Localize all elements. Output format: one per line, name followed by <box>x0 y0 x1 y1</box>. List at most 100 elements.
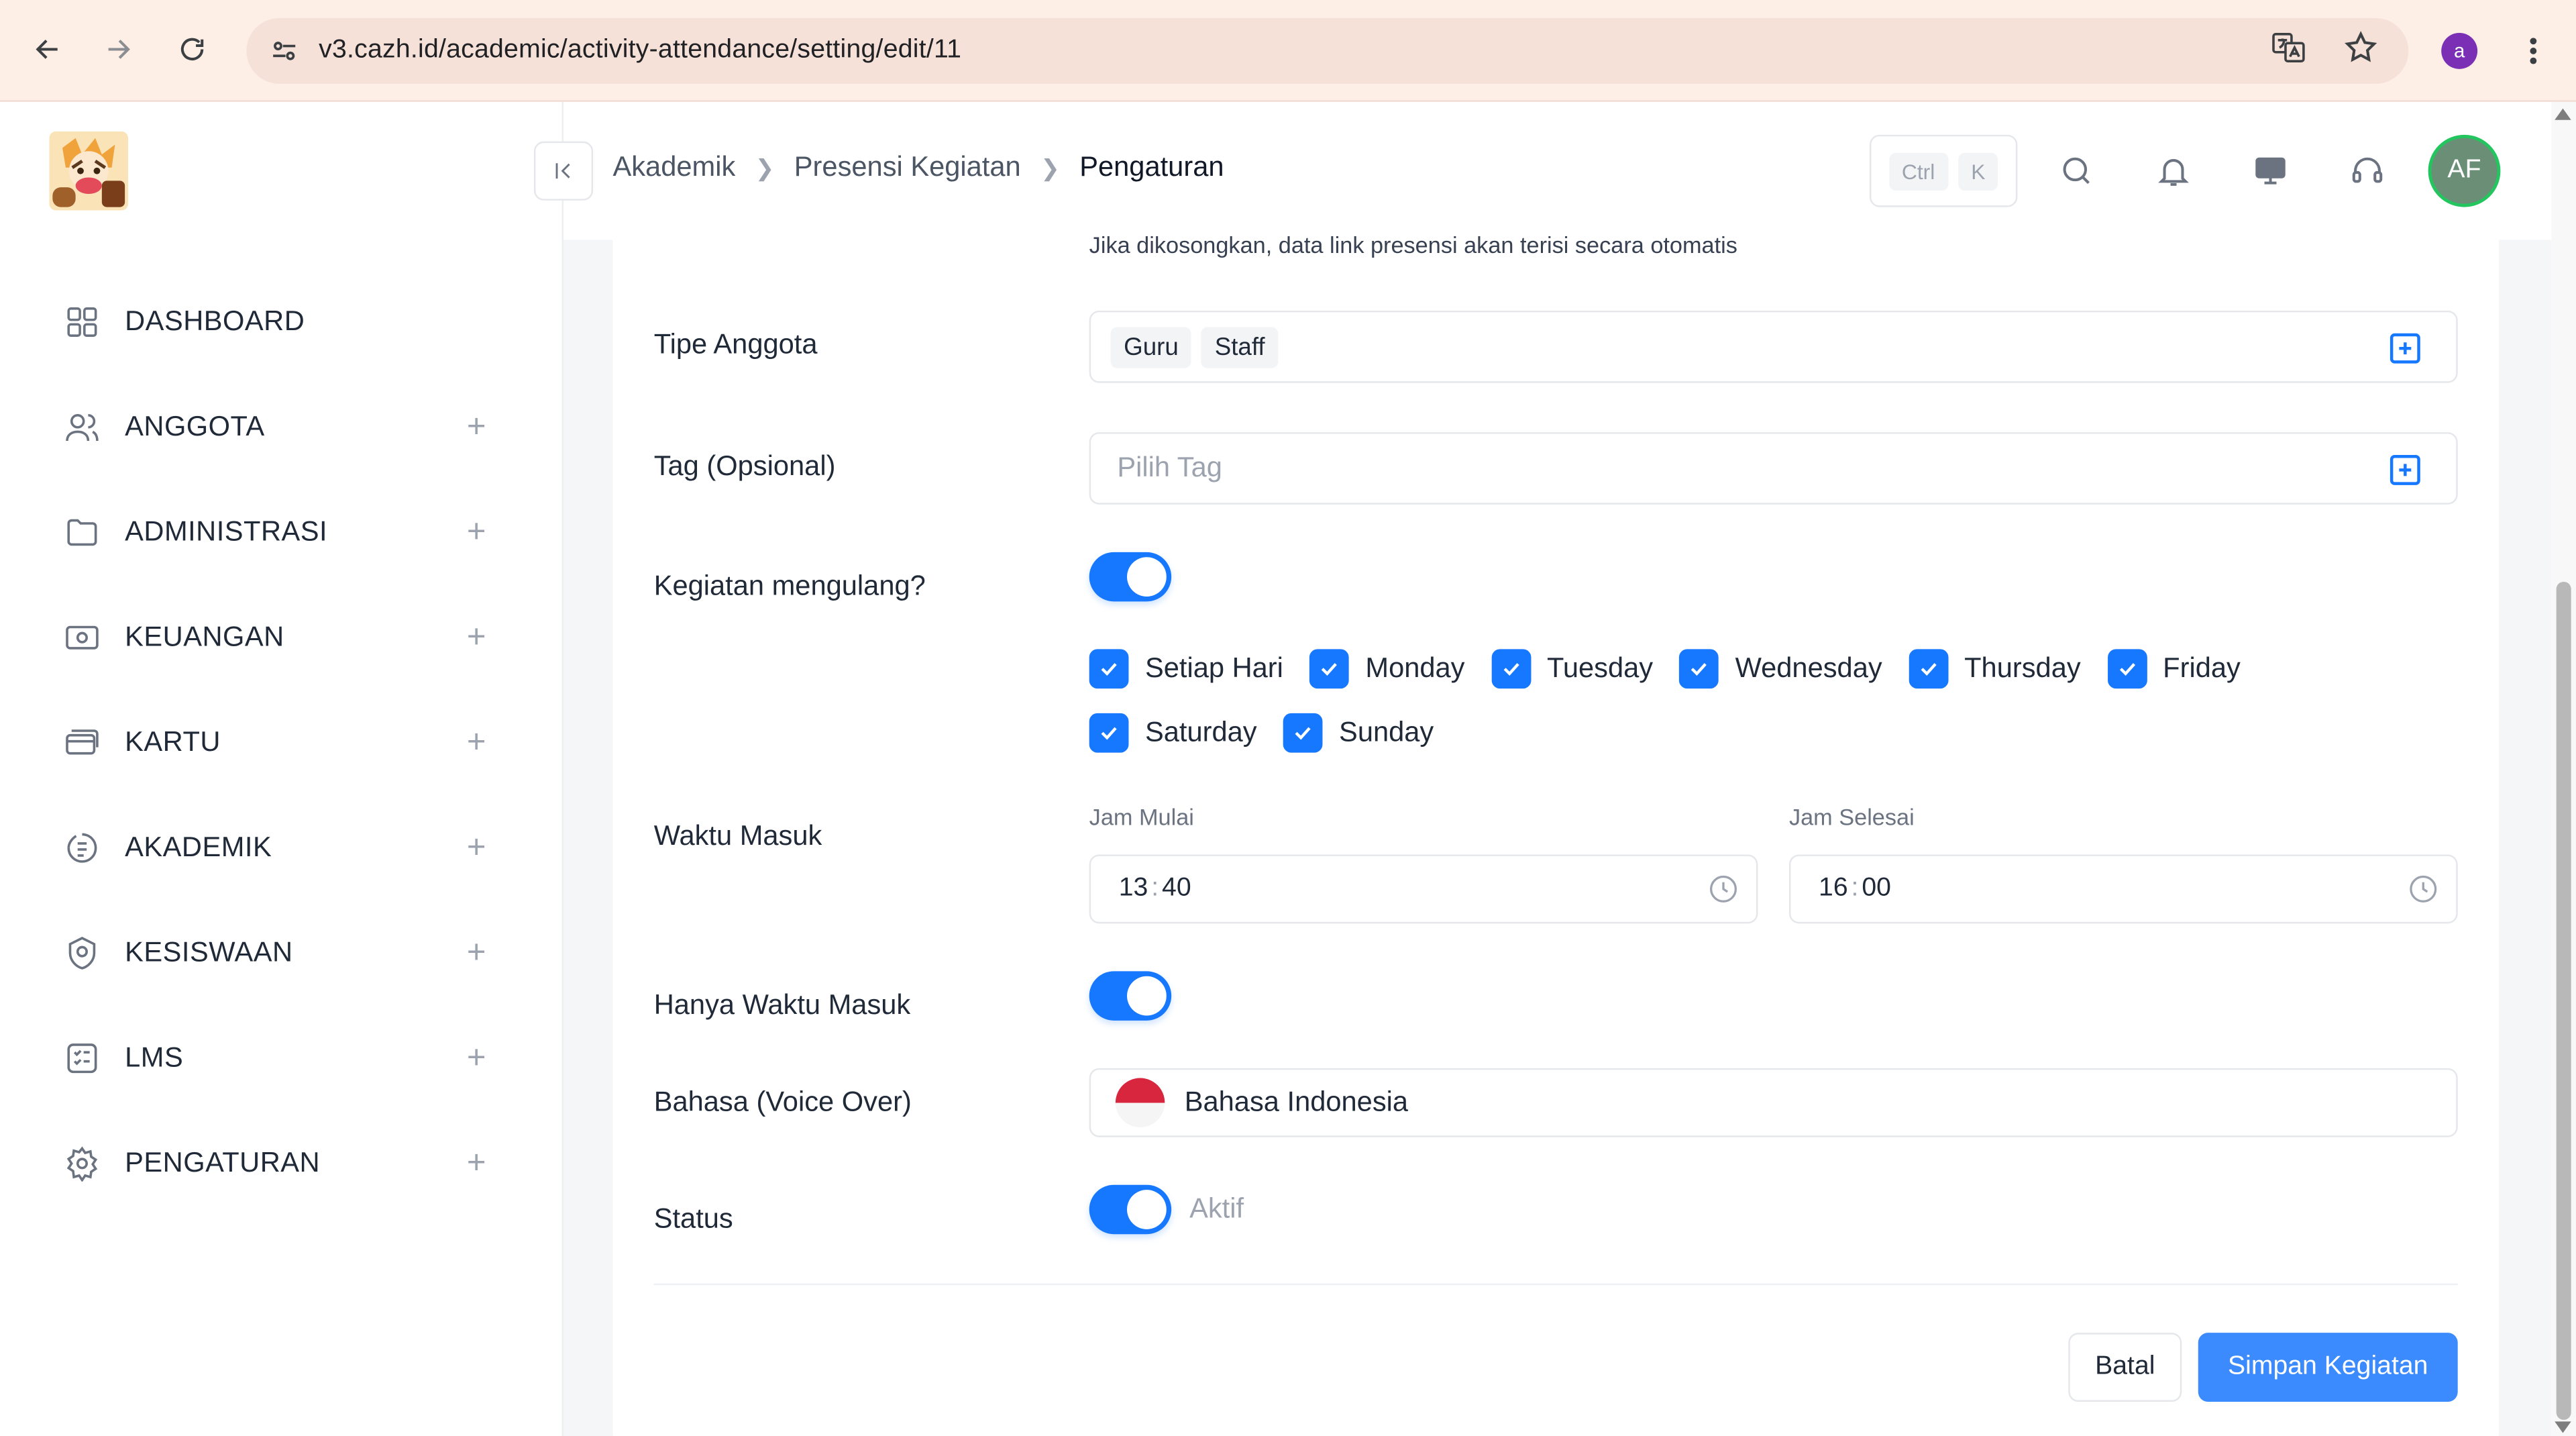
tag-placeholder: Pilih Tag <box>1117 452 1222 484</box>
app-header: Akademik ❯ Presensi Kegiatan ❯ Pengatura… <box>533 101 2552 240</box>
page-scrollbar[interactable] <box>2551 101 2576 1436</box>
time-value: 13:40 <box>1119 874 1191 904</box>
chevron-right-icon: ❯ <box>1040 153 1060 181</box>
expand-plus-icon[interactable]: + <box>460 829 493 867</box>
checkbox-label: Saturday <box>1144 716 1257 748</box>
expand-plus-icon[interactable]: + <box>460 934 493 972</box>
check-icon <box>1491 649 1531 689</box>
scroll-up-icon[interactable] <box>2555 108 2571 120</box>
search-icon[interactable] <box>2057 151 2096 191</box>
sidebar-item-dashboard[interactable]: DASHBOARD <box>62 289 493 355</box>
scroll-down-icon[interactable] <box>2555 1421 2571 1433</box>
site-settings-icon[interactable] <box>266 33 303 69</box>
expand-plus-icon[interactable]: + <box>460 619 493 656</box>
form-divider <box>653 1283 2458 1286</box>
jam-mulai-input[interactable]: 13:40 <box>1089 854 1758 924</box>
check-icon <box>1309 649 1349 689</box>
expand-plus-icon[interactable]: + <box>460 1145 493 1182</box>
academic-icon <box>62 828 102 868</box>
checkbox-tuesday[interactable]: Tuesday <box>1491 649 1653 689</box>
card-icon <box>62 723 102 763</box>
sidebar-item-label: PENGATURAN <box>125 1147 321 1178</box>
sidebar-item-kartu[interactable]: KARTU + <box>62 710 493 776</box>
add-square-icon[interactable] <box>2387 452 2423 488</box>
check-icon <box>1089 713 1129 753</box>
money-icon <box>62 618 102 658</box>
checkbox-friday[interactable]: Friday <box>2106 649 2241 689</box>
add-square-icon[interactable] <box>2387 330 2423 366</box>
app-logo[interactable] <box>49 131 129 211</box>
checkbox-wednesday[interactable]: Wednesday <box>1679 649 1882 689</box>
time-value: 16:00 <box>1819 874 1891 904</box>
user-avatar[interactable]: AF <box>2428 134 2501 207</box>
collapse-sidebar-button[interactable] <box>533 141 594 201</box>
sidebar-item-administrasi[interactable]: ADMINISTRASI + <box>62 499 493 565</box>
tag-select[interactable]: Pilih Tag <box>1089 432 2458 505</box>
breadcrumb-akademik[interactable]: Akademik <box>612 151 735 184</box>
check-icon <box>2106 649 2147 689</box>
status-toggle[interactable] <box>1089 1184 1172 1235</box>
checklist-icon <box>62 1039 102 1078</box>
bahasa-value: Bahasa Indonesia <box>1184 1086 1409 1118</box>
clock-icon[interactable] <box>1707 872 1740 905</box>
checkbox-monday[interactable]: Monday <box>1309 649 1465 689</box>
menu-icon[interactable] <box>2517 28 2550 74</box>
sidebar-item-kesiswaan[interactable]: KESISWAAN + <box>62 920 493 986</box>
sidebar-item-keuangan[interactable]: KEUANGAN + <box>62 605 493 670</box>
jam-mulai-label: Jam Mulai <box>1089 803 1194 830</box>
users-icon <box>62 407 102 447</box>
expand-plus-icon[interactable]: + <box>460 409 493 446</box>
check-icon <box>1283 713 1323 753</box>
browser-profile-avatar[interactable]: a <box>2441 32 2478 69</box>
days-row-1: Setiap Hari Monday Tuesday Wednesday Thu… <box>1089 649 2267 689</box>
breadcrumb-presensi-kegiatan[interactable]: Presensi Kegiatan <box>794 151 1021 184</box>
reload-icon[interactable] <box>169 26 215 72</box>
save-activity-button[interactable]: Simpan Kegiatan <box>2198 1333 2458 1402</box>
days-row-2: Saturday Sunday <box>1089 713 1460 753</box>
cancel-button[interactable]: Batal <box>2068 1333 2182 1402</box>
bell-icon[interactable] <box>2154 151 2194 191</box>
headset-icon[interactable] <box>2348 151 2387 191</box>
checkbox-label: Setiap Hari <box>1144 652 1283 684</box>
expand-plus-icon[interactable]: + <box>460 1039 493 1077</box>
checkbox-saturday[interactable]: Saturday <box>1089 713 1257 753</box>
scrollbar-thumb[interactable] <box>2556 581 2571 1420</box>
sidebar: DASHBOARD ANGGOTA + ADMINISTRASI + KEUAN… <box>0 101 564 1436</box>
sidebar-item-label: LMS <box>125 1041 184 1074</box>
jam-selesai-label: Jam Selesai <box>1788 803 1915 830</box>
monitor-icon[interactable] <box>2251 151 2290 191</box>
jam-selesai-input[interactable]: 16:00 <box>1788 854 2458 924</box>
kegiatan-mengulang-toggle[interactable] <box>1089 552 1172 602</box>
tipe-anggota-select[interactable]: Guru Staff <box>1089 310 2458 383</box>
sidebar-item-anggota[interactable]: ANGGOTA + <box>62 395 493 460</box>
expand-plus-icon[interactable]: + <box>460 513 493 551</box>
end-hour: 16 <box>1819 874 1848 903</box>
forward-icon[interactable] <box>95 26 142 72</box>
clock-icon[interactable] <box>2407 872 2440 905</box>
toggle-knob <box>1127 976 1167 1016</box>
checkbox-sunday[interactable]: Sunday <box>1283 713 1434 753</box>
checkbox-label: Thursday <box>1964 652 2081 684</box>
back-icon[interactable] <box>25 26 71 72</box>
tag-label: Tag (Opsional) <box>653 450 836 482</box>
bahasa-select[interactable]: Bahasa Indonesia <box>1089 1068 2458 1137</box>
browser-toolbar: v3.cazh.id/academic/activity-attendance/… <box>0 0 2576 102</box>
breadcrumb: Akademik ❯ Presensi Kegiatan ❯ Pengatura… <box>612 151 1224 184</box>
sidebar-item-pengaturan[interactable]: PENGATURAN + <box>62 1131 493 1196</box>
expand-plus-icon[interactable]: + <box>460 724 493 762</box>
settings-icon <box>62 1144 102 1184</box>
checkbox-label: Sunday <box>1339 716 1434 748</box>
chip-guru[interactable]: Guru <box>1110 326 1192 368</box>
start-hour: 13 <box>1118 874 1148 903</box>
checkbox-thursday[interactable]: Thursday <box>1908 649 2081 689</box>
sidebar-item-lms[interactable]: LMS + <box>62 1025 493 1091</box>
check-icon <box>1679 649 1719 689</box>
star-icon[interactable] <box>2343 29 2379 73</box>
checkbox-setiap-hari[interactable]: Setiap Hari <box>1089 649 1283 689</box>
sidebar-item-akademik[interactable]: AKADEMIK + <box>62 815 493 881</box>
hanya-waktu-masuk-toggle[interactable] <box>1089 971 1172 1021</box>
address-bar[interactable]: v3.cazh.id/academic/activity-attendance/… <box>246 17 2409 84</box>
command-palette-shortcut[interactable]: Ctrl K <box>1869 134 2018 207</box>
chip-staff[interactable]: Staff <box>1201 326 1279 368</box>
translate-icon[interactable] <box>2271 29 2307 73</box>
